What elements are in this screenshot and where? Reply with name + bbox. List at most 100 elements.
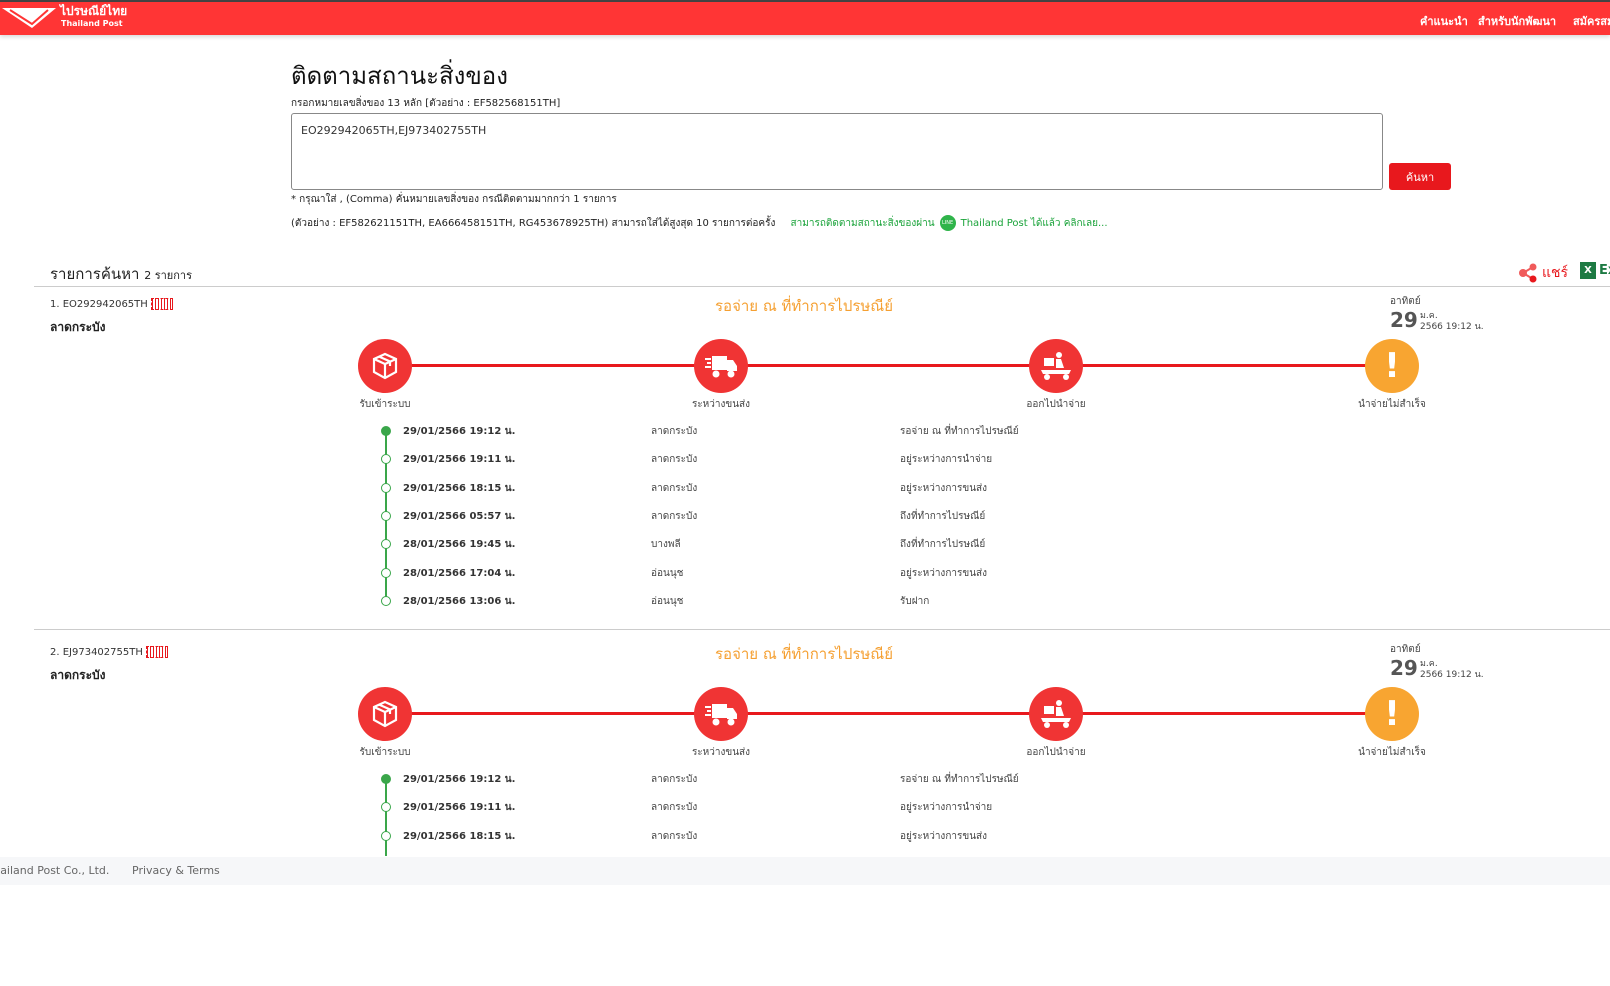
nav-register[interactable]: สมัครสมาชิก <box>1573 12 1610 30</box>
timeline-dot <box>381 510 391 521</box>
comma-note: * กรุณาใส่ , (Comma) คั่นหมายเลขสิ่งของ … <box>291 194 617 205</box>
tracking-result-item: 2. EJ973402755TH ลาดกระบัง รอจ่าย ณ ที่ท… <box>0 644 1610 986</box>
event-date: 29/01/2566 19:11 น. <box>403 454 516 466</box>
package-icon <box>358 687 412 741</box>
share-icon <box>1519 263 1537 283</box>
barcode-icon[interactable] <box>145 646 168 658</box>
tracking-number-input[interactable]: EO292942065TH,EJ973402755TH <box>291 113 1383 190</box>
timeline-dot <box>381 426 391 436</box>
item-divider <box>34 629 1610 630</box>
timeline-dot <box>381 830 391 841</box>
event-status: ถึงที่ทำการไปรษณีย์ <box>900 510 986 522</box>
step-label: รับเข้าระบบ <box>359 399 411 410</box>
example-text: (ตัวอย่าง : EF582621151TH, EA666458151TH… <box>291 218 776 229</box>
event-status: อยู่ระหว่างการนำจ่าย <box>900 454 993 466</box>
event-date: 29/01/2566 19:12 น. <box>403 426 516 437</box>
event-location: อ่อนนุช <box>651 595 684 607</box>
event-location: ลาดกระบัง <box>651 774 698 785</box>
event-location: บางพลี <box>651 539 681 551</box>
input-label: กรอกหมายเลขสิ่งของ 13 หลัก [ตัวอย่าง : E… <box>291 98 561 109</box>
event-location: ลาดกระบัง <box>651 454 698 466</box>
thailand-post-logo-icon[interactable] <box>2 6 56 30</box>
status-year-time: 2566 19:12 น. <box>1420 322 1484 332</box>
event-date: 28/01/2566 17:04 น. <box>403 567 516 579</box>
results-count: 2 รายการ <box>144 269 192 282</box>
status-date: 29 <box>1390 308 1418 332</box>
nav-developers[interactable]: สำหรับนักพัฒนา <box>1478 12 1556 30</box>
event-status: ถึงที่ทำการไปรษณีย์ <box>900 539 986 551</box>
timeline-dot <box>381 774 391 784</box>
package-icon <box>358 339 412 393</box>
tracking-result-item: 1. EO292942065TH ลาดกระบัง รอจ่าย ณ ที่ท… <box>0 296 1610 638</box>
search-button[interactable]: ค้นหา <box>1389 163 1451 190</box>
line-icon: LINE <box>939 215 956 231</box>
tracking-number: 2. EJ973402755TH <box>50 646 168 658</box>
step-label: ระหว่างขนส่ง <box>691 399 751 410</box>
status-day: อาทิตย์ <box>1390 644 1421 655</box>
event-location: ลาดกระบัง <box>651 426 698 437</box>
event-date: 29/01/2566 18:15 น. <box>403 830 516 842</box>
timeline-dot <box>381 539 391 550</box>
event-location: ลาดกระบัง <box>651 482 698 494</box>
timeline-line <box>385 779 387 856</box>
warning-icon: ! <box>1365 339 1419 393</box>
timeline-dot <box>381 482 391 493</box>
line-link[interactable]: Thailand Post ได้แล้ว คลิกเลย... <box>961 218 1108 229</box>
top-nav-bar: ไปรษณีย์ไทย Thailand Post คำแนะนำ สำหรับ… <box>0 2 1610 35</box>
progress-track <box>385 364 1392 367</box>
truck-icon <box>694 687 748 741</box>
status-date: 29 <box>1390 656 1418 680</box>
event-date: 29/01/2566 05:57 น. <box>403 510 516 522</box>
event-status: อยู่ระหว่างการขนส่ง <box>900 567 988 579</box>
step-label: นำจ่ายไม่สำเร็จ <box>1358 399 1426 410</box>
example-note: (ตัวอย่าง : EF582621151TH, EA666458151TH… <box>291 215 1108 231</box>
event-location: อ่อนนุช <box>651 567 684 579</box>
privacy-terms-link[interactable]: Privacy & Terms <box>132 864 220 877</box>
event-location: ลาดกระบัง <box>651 510 698 522</box>
event-status: อยู่ระหว่างการขนส่ง <box>900 830 988 842</box>
footer-copyright: © Thailand Post Co., Ltd. <box>0 864 110 877</box>
status-year-time: 2566 19:12 น. <box>1420 670 1484 680</box>
footer: © Thailand Post Co., Ltd. Privacy & Term… <box>0 857 1610 885</box>
tracking-number-text: 2. EJ973402755TH <box>50 646 143 658</box>
event-date: 29/01/2566 19:12 น. <box>403 774 516 785</box>
event-status: รับฝาก <box>900 595 930 607</box>
results-title: รายการค้นหา <box>50 265 140 283</box>
event-date: 29/01/2566 18:15 น. <box>403 482 516 494</box>
results-heading: รายการค้นหา 2 รายการ <box>50 262 192 286</box>
delivery-scooter-icon <box>1029 687 1083 741</box>
divider <box>34 286 1610 287</box>
step-label: นำจ่ายไม่สำเร็จ <box>1358 747 1426 758</box>
event-location: ลาดกระบัง <box>651 802 698 814</box>
warning-icon: ! <box>1365 687 1419 741</box>
share-label: แชร์ <box>1542 265 1569 281</box>
logo-text-th[interactable]: ไปรษณีย์ไทย <box>60 5 127 18</box>
current-status: รอจ่าย ณ ที่ทำการไปรษณีย์ <box>715 645 893 663</box>
tracking-number: 1. EO292942065TH <box>50 298 173 310</box>
barcode-icon[interactable] <box>150 298 173 310</box>
timeline-dot <box>381 802 391 813</box>
step-label: รับเข้าระบบ <box>359 747 411 758</box>
page-title: ติดตามสถานะสิ่งของ <box>291 62 508 90</box>
event-status: อยู่ระหว่างการขนส่ง <box>900 482 988 494</box>
share-button[interactable]: แชร์ <box>1518 262 1568 284</box>
line-promo-text: สามารถติดตามสถานะสิ่งของผ่าน <box>790 218 935 229</box>
tracking-number-text: 1. EO292942065TH <box>50 298 148 310</box>
excel-label: Excel <box>1599 263 1610 278</box>
event-date: 29/01/2566 19:11 น. <box>403 802 516 814</box>
step-label: ออกไปนำจ่าย <box>1026 399 1086 410</box>
event-date: 28/01/2566 13:06 น. <box>403 595 516 607</box>
truck-icon <box>694 339 748 393</box>
current-status: รอจ่าย ณ ที่ทำการไปรษณีย์ <box>715 297 893 315</box>
logo-text-en[interactable]: Thailand Post <box>61 19 123 28</box>
event-status: อยู่ระหว่างการนำจ่าย <box>900 802 993 814</box>
excel-export-button[interactable]: XExcel <box>1580 262 1610 279</box>
event-status: รอจ่าย ณ ที่ทำการไปรษณีย์ <box>900 774 1019 785</box>
step-label: ระหว่างขนส่ง <box>691 747 751 758</box>
nav-guide[interactable]: คำแนะนำ <box>1420 12 1468 30</box>
destination-name: ลาดกระบัง <box>50 320 106 334</box>
progress-track <box>385 712 1392 715</box>
destination-name: ลาดกระบัง <box>50 668 106 682</box>
step-label: ออกไปนำจ่าย <box>1026 747 1086 758</box>
event-status: รอจ่าย ณ ที่ทำการไปรษณีย์ <box>900 426 1019 437</box>
